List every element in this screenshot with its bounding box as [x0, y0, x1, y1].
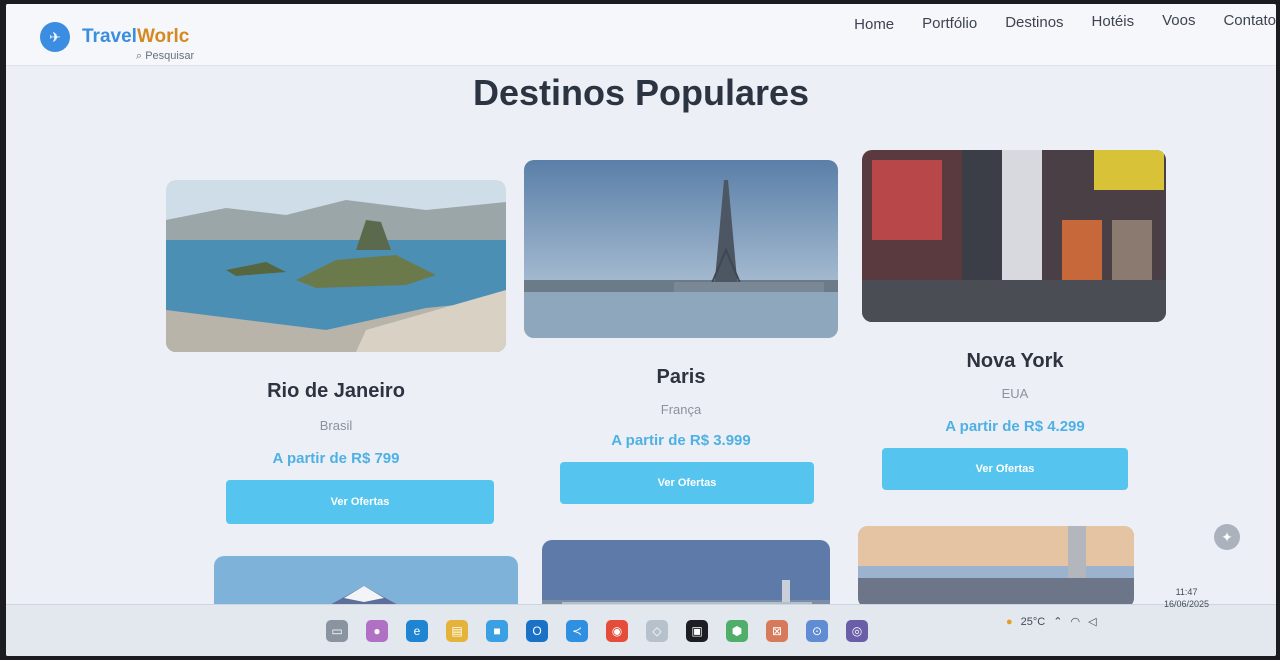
nav-portfolio[interactable]: Portfólio [922, 15, 977, 33]
tray-chevron-icon[interactable]: ⌃ [1053, 615, 1062, 628]
chrome-icon[interactable]: ◉ [606, 620, 628, 642]
card-price: A partir de R$ 4.299 [945, 418, 1085, 435]
card-country: Brasil [319, 418, 353, 433]
site-logo[interactable]: ✈ TravelWorlc [40, 22, 189, 52]
weather-icon: ● [1006, 615, 1013, 628]
card-city: Nova York [966, 350, 1064, 372]
edge-icon[interactable]: e [406, 620, 428, 642]
terminal-icon[interactable]: ▣ [686, 620, 708, 642]
logo-text-world: Worlc [136, 26, 190, 47]
destination-card-rio: Rio de Janeiro Brasil A partir de R$ 799… [166, 180, 506, 530]
rio-photo [166, 180, 506, 352]
site-header: ✈ TravelWorlc Home Portfólio Destinos Ho… [6, 4, 1276, 66]
taskbar-clock[interactable]: 11:47 16/06/2025 [1164, 586, 1209, 610]
task-view-icon[interactable]: ▭ [326, 620, 348, 642]
card-price: A partir de R$ 799 [272, 450, 400, 467]
taskbar-apps: ▭ ● e ▤ ■ O ≺ ◉ ◇ ▣ ⬢ ⊠ ⊙ ◎ [326, 620, 868, 642]
nav-contato[interactable]: Contato [1223, 12, 1276, 33]
ver-ofertas-button[interactable]: Ver Ofertas [882, 448, 1128, 490]
logo-text-travel: Travel [82, 26, 137, 47]
github-icon[interactable]: ◎ [846, 620, 868, 642]
store-icon[interactable]: ■ [486, 620, 508, 642]
card-city: Rio de Janeiro [267, 380, 405, 402]
card-country: França [660, 402, 702, 417]
logo-text: TravelWorlc [82, 26, 189, 48]
ver-ofertas-button[interactable]: Ver Ofertas [560, 462, 814, 504]
system-tray: ● 25°C ⌃ ◠ ◁ [1006, 615, 1097, 629]
nav-voos[interactable]: Voos [1162, 12, 1195, 33]
teams-icon[interactable]: ⊙ [806, 620, 828, 642]
card-price: A partir de R$ 3.999 [611, 432, 751, 449]
destination-card-nova-york: Nova York EUA A partir de R$ 4.299 Ver O… [862, 150, 1168, 500]
ver-ofertas-button[interactable]: Ver Ofertas [226, 480, 494, 524]
card-city: Paris [656, 366, 706, 388]
destination-card-paris: Paris França A partir de R$ 3.999 Ver Of… [524, 160, 838, 510]
wifi-icon[interactable]: ◠ [1070, 615, 1080, 628]
nav-destinos[interactable]: Destinos [1005, 14, 1063, 33]
paris-photo [524, 160, 838, 338]
file-explorer-icon[interactable]: ▤ [446, 620, 468, 642]
temperature[interactable]: 25°C [1021, 616, 1046, 628]
photo-app-icon[interactable]: ⊠ [766, 620, 788, 642]
outlook-icon[interactable]: O [526, 620, 548, 642]
page-title: Destinos Populares [472, 72, 810, 113]
card-country: EUA [1001, 386, 1029, 401]
taskbar-search[interactable]: ⌕ Pesquisar [136, 50, 194, 63]
nav-hoteis[interactable]: Hotéis [1092, 13, 1135, 33]
compass-icon[interactable]: ✦ [1214, 524, 1240, 550]
clock-date: 16/06/2025 [1164, 599, 1210, 609]
app-icon[interactable]: ◇ [646, 620, 668, 642]
volume-icon[interactable]: ◁ [1088, 615, 1096, 628]
copilot-icon[interactable]: ● [366, 620, 388, 642]
nav-home[interactable]: Home [854, 16, 894, 33]
search-placeholder: Pesquisar [145, 50, 195, 62]
plane-icon: ✈ [40, 22, 70, 52]
clock-time: 11:47 [1175, 587, 1198, 597]
main-nav: Home Portfólio Destinos Hotéis Voos Cont… [854, 12, 1276, 33]
cube-icon[interactable]: ⬢ [726, 620, 748, 642]
nova-york-photo [862, 150, 1166, 322]
vscode-icon[interactable]: ≺ [566, 620, 588, 642]
dubai-photo [858, 526, 1134, 608]
browser-page: ✈ TravelWorlc Home Portfólio Destinos Ho… [6, 4, 1276, 656]
windows-taskbar: ▭ ● e ▤ ■ O ≺ ◉ ◇ ▣ ⬢ ⊠ ⊙ ◎ ● 25°C ⌃ ◠ ◁ [6, 604, 1276, 656]
